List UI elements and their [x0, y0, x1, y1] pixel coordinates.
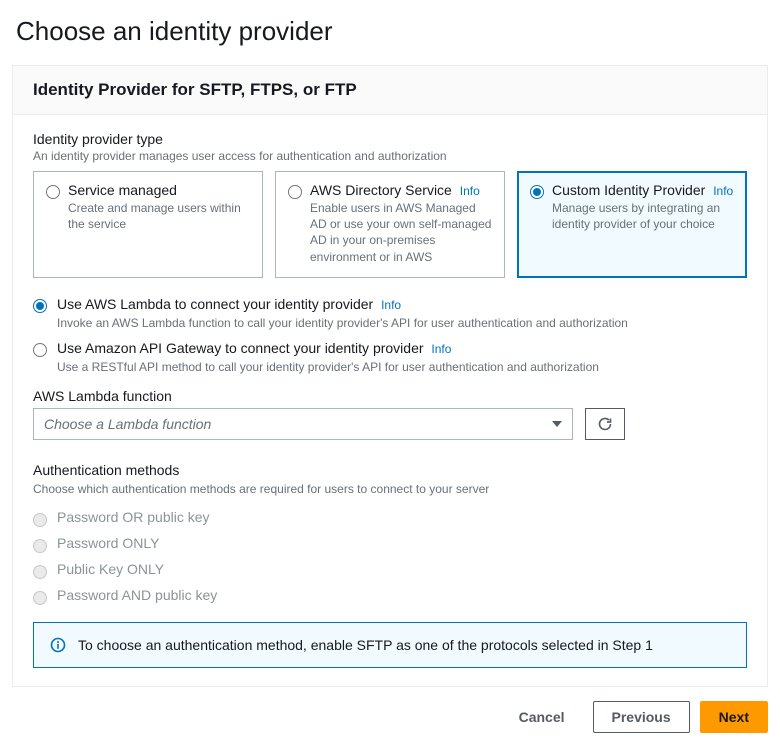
radio-icon	[46, 185, 60, 199]
auth-option-label: Password ONLY	[57, 535, 159, 551]
radio-icon	[33, 343, 47, 357]
radio-icon	[530, 185, 544, 199]
auth-option-label: Password AND public key	[57, 587, 217, 603]
page-title: Choose an identity provider	[16, 16, 764, 47]
tile-directory-service[interactable]: AWS Directory Service Info Enable users …	[275, 171, 505, 278]
panel-title: Identity Provider for SFTP, FTPS, or FTP	[13, 66, 767, 115]
tile-desc: Enable users in AWS Managed AD or use yo…	[310, 200, 492, 265]
auth-option-pw-or-key: Password OR public key	[33, 504, 747, 530]
connector-lambda-label: Use AWS Lambda to connect your identity …	[57, 296, 373, 312]
auth-option-label: Password OR public key	[57, 509, 210, 525]
panel-body: Identity provider type An identity provi…	[13, 115, 767, 686]
info-icon	[50, 637, 66, 653]
info-link[interactable]: Info	[460, 184, 480, 198]
idp-type-tiles: Service managed Create and manage users …	[33, 171, 747, 278]
idp-type-desc: An identity provider manages user access…	[33, 149, 747, 163]
auth-option-pw-and-key: Password AND public key	[33, 582, 747, 608]
radio-icon	[33, 591, 47, 605]
refresh-icon	[597, 416, 613, 432]
info-link[interactable]: Info	[381, 298, 401, 312]
cancel-button[interactable]: Cancel	[501, 701, 583, 733]
tile-desc: Manage users by integrating an identity …	[552, 200, 734, 232]
select-placeholder: Choose a Lambda function	[44, 416, 211, 432]
lambda-function-select[interactable]: Choose a Lambda function	[33, 408, 573, 440]
auth-options: Password OR public key Password ONLY Pub…	[33, 504, 747, 608]
previous-button[interactable]: Previous	[593, 701, 690, 733]
auth-option-pw-only: Password ONLY	[33, 530, 747, 556]
auth-option-label: Public Key ONLY	[57, 561, 164, 577]
tile-title: Custom Identity Provider	[552, 182, 705, 198]
info-link[interactable]: Info	[713, 184, 733, 198]
tile-service-managed[interactable]: Service managed Create and manage users …	[33, 171, 263, 278]
next-button[interactable]: Next	[700, 701, 768, 733]
tile-title: AWS Directory Service	[310, 182, 452, 198]
connector-lambda-desc: Invoke an AWS Lambda function to call yo…	[57, 316, 747, 330]
tile-custom-idp[interactable]: Custom Identity Provider Info Manage use…	[517, 171, 747, 278]
wizard-footer: Cancel Previous Next	[12, 701, 768, 733]
chevron-down-icon	[552, 421, 562, 427]
connector-apigw-option[interactable]: Use Amazon API Gateway to connect your i…	[33, 340, 747, 374]
sftp-required-alert: To choose an authentication method, enab…	[33, 622, 747, 668]
connector-lambda-option[interactable]: Use AWS Lambda to connect your identity …	[33, 296, 747, 330]
tile-desc: Create and manage users within the servi…	[68, 200, 250, 232]
tile-title: Service managed	[68, 182, 250, 198]
radio-icon	[33, 299, 47, 313]
radio-icon	[33, 539, 47, 553]
alert-text: To choose an authentication method, enab…	[78, 637, 653, 653]
connector-apigw-desc: Use a RESTful API method to call your id…	[57, 360, 747, 374]
radio-icon	[288, 185, 302, 199]
info-link[interactable]: Info	[431, 342, 451, 356]
radio-icon	[33, 513, 47, 527]
connector-apigw-label: Use Amazon API Gateway to connect your i…	[57, 340, 424, 356]
auth-desc: Choose which authentication methods are …	[33, 482, 747, 496]
radio-icon	[33, 565, 47, 579]
refresh-button[interactable]	[585, 408, 625, 440]
idp-type-label: Identity provider type	[33, 131, 747, 147]
auth-option-key-only: Public Key ONLY	[33, 556, 747, 582]
auth-label: Authentication methods	[33, 462, 747, 478]
idp-panel: Identity Provider for SFTP, FTPS, or FTP…	[12, 65, 768, 687]
lambda-field-label: AWS Lambda function	[33, 388, 747, 404]
